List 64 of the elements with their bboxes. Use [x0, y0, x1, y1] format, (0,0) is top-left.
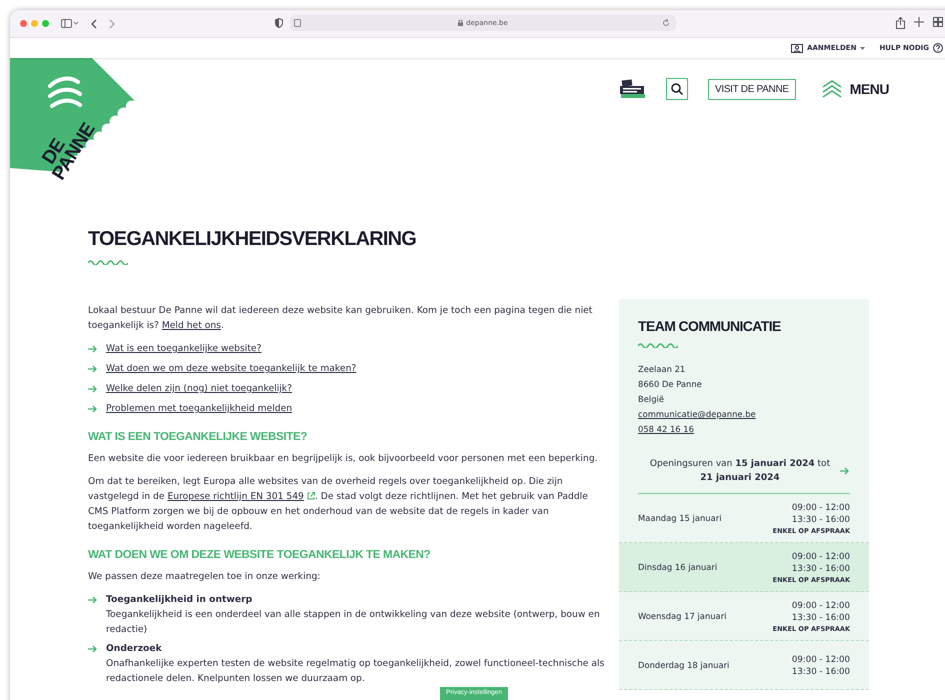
sticker-icon[interactable] [618, 78, 646, 100]
arrow-icon [88, 344, 98, 352]
toc-link[interactable]: Wat doen we om deze website toegankelijk te maken? [106, 361, 356, 376]
day-label: Maandag 15 januari [638, 512, 722, 525]
time-range: 13:30 - 16:00 [792, 666, 850, 678]
lock-icon [458, 20, 464, 26]
plus-icon[interactable] [914, 17, 924, 27]
arrow-icon [88, 645, 98, 653]
reload-icon[interactable] [662, 19, 670, 27]
search-icon [670, 83, 683, 95]
phone-link[interactable]: 058 42 16 16 [638, 422, 694, 437]
visit-button[interactable]: VISIT DE PANNE [708, 78, 796, 100]
arrow-icon [88, 364, 98, 372]
time-range: 09:00 - 12:00 [790, 502, 850, 514]
day-label: Woensdag 17 januari [638, 610, 726, 623]
email-link[interactable]: communicatie@depanne.be [638, 407, 756, 422]
search-button[interactable] [666, 78, 688, 100]
measure-text: Toegankelijkheid is een onderdeel van alle stappen in de ontwikkeling van deze website (ontwerp, bouw en redactie) [106, 609, 600, 635]
shield-icon[interactable] [275, 18, 283, 28]
contact-title: TEAM COMMUNICATIE [638, 319, 782, 334]
person-card-icon [791, 43, 804, 53]
section-heading: WAT IS EEN TOEGANKELIJKE WEBSITE? [88, 430, 308, 445]
address-line: België [638, 393, 666, 406]
intro-paragraph: Lokaal bestuur De Panne wil dat iedereen deze website kan gebruiken. Kom je toch een pagina tegen die niet toegankelijk is? Meld het ons. [88, 304, 594, 333]
toc-link[interactable]: Problemen met toegankelijkheid melden [106, 401, 292, 416]
tabs-icon[interactable] [933, 17, 943, 27]
time-range: 09:00 - 12:00 [790, 550, 850, 562]
sidebar-icon[interactable] [61, 19, 79, 28]
time-range: 13:30 - 16:00 [790, 514, 850, 526]
body-paragraph: Om dat te bereiken, legt Europa alle websites van de overheid regels over toegankelijkheid op. Die zijn vastgelegd in de Europese richtlijn EN 301 549 . De stad volgt deze richtlijnen. Met het gebruik van Paddle CMS Platform zorgen we bij de opbouw en het onderhoud van de website dat de regels in kader van toegankelijkheid worden nageleefd. [88, 475, 589, 534]
directive-link[interactable]: Europese richtlijn EN 301 549 [167, 491, 315, 502]
wave-icon [638, 342, 678, 348]
measure-text: Onafhankelijke experten testen de website regelmatig op toegankelijkheid, zowel functioneel-technische als redactionele delen. Knelpunten lossen we duurzaam op. [106, 658, 604, 684]
body-paragraph: Een website die voor iedereen bruikbaar en begrijpelijk is, ook bijvoorbeeld voor personen met een beperking. [88, 452, 599, 466]
section-heading: WAT DOEN WE OM DEZE WEBSITE TOEGANKELIJK TE MAKEN? [88, 548, 432, 563]
arrow-icon [88, 384, 98, 392]
time-range: 13:30 - 16:00 [790, 612, 850, 624]
body-paragraph: We passen deze maatregelen toe in onze werking: [88, 570, 322, 584]
time-range: 09:00 - 12:00 [790, 600, 850, 612]
address-line: 8660 De Panne [638, 378, 703, 391]
arrow-icon [88, 596, 98, 604]
opening-hours-link[interactable]: Openingsuren van 15 januari 2024 tot 21 januari 2024 [646, 457, 834, 485]
caret-icon [860, 46, 866, 50]
address-line: Zeelaan 21 [638, 363, 686, 376]
time-range: 09:00 - 12:00 [792, 654, 850, 666]
page-title: TOEGANKELIJKHEIDSVERKLARING [88, 228, 418, 251]
toc-link[interactable]: Wat is een toegankelijke website? [106, 341, 262, 356]
arrow-icon [840, 467, 850, 475]
share-icon[interactable] [896, 17, 905, 29]
close-icon[interactable] [20, 20, 27, 27]
day-label: Dinsdag 16 januari [638, 561, 718, 574]
menu-button[interactable]: MENU [816, 80, 889, 98]
measure-title: Toegankelijkheid in ontwerp [106, 593, 254, 607]
wave-icon [88, 259, 128, 265]
menu-icon [822, 80, 842, 98]
report-link[interactable]: Meld het ons [162, 320, 221, 331]
toc-link[interactable]: Welke delen zijn (nog) niet toegankelijk? [106, 381, 292, 396]
measure-title: Onderzoek [106, 642, 163, 656]
time-range: 13:30 - 16:00 [790, 562, 850, 574]
back-icon[interactable] [91, 18, 97, 28]
page-icon [294, 19, 301, 27]
arrow-icon [88, 404, 98, 412]
day-label: Donderdag 18 januari [638, 659, 730, 672]
help-icon [933, 43, 943, 53]
